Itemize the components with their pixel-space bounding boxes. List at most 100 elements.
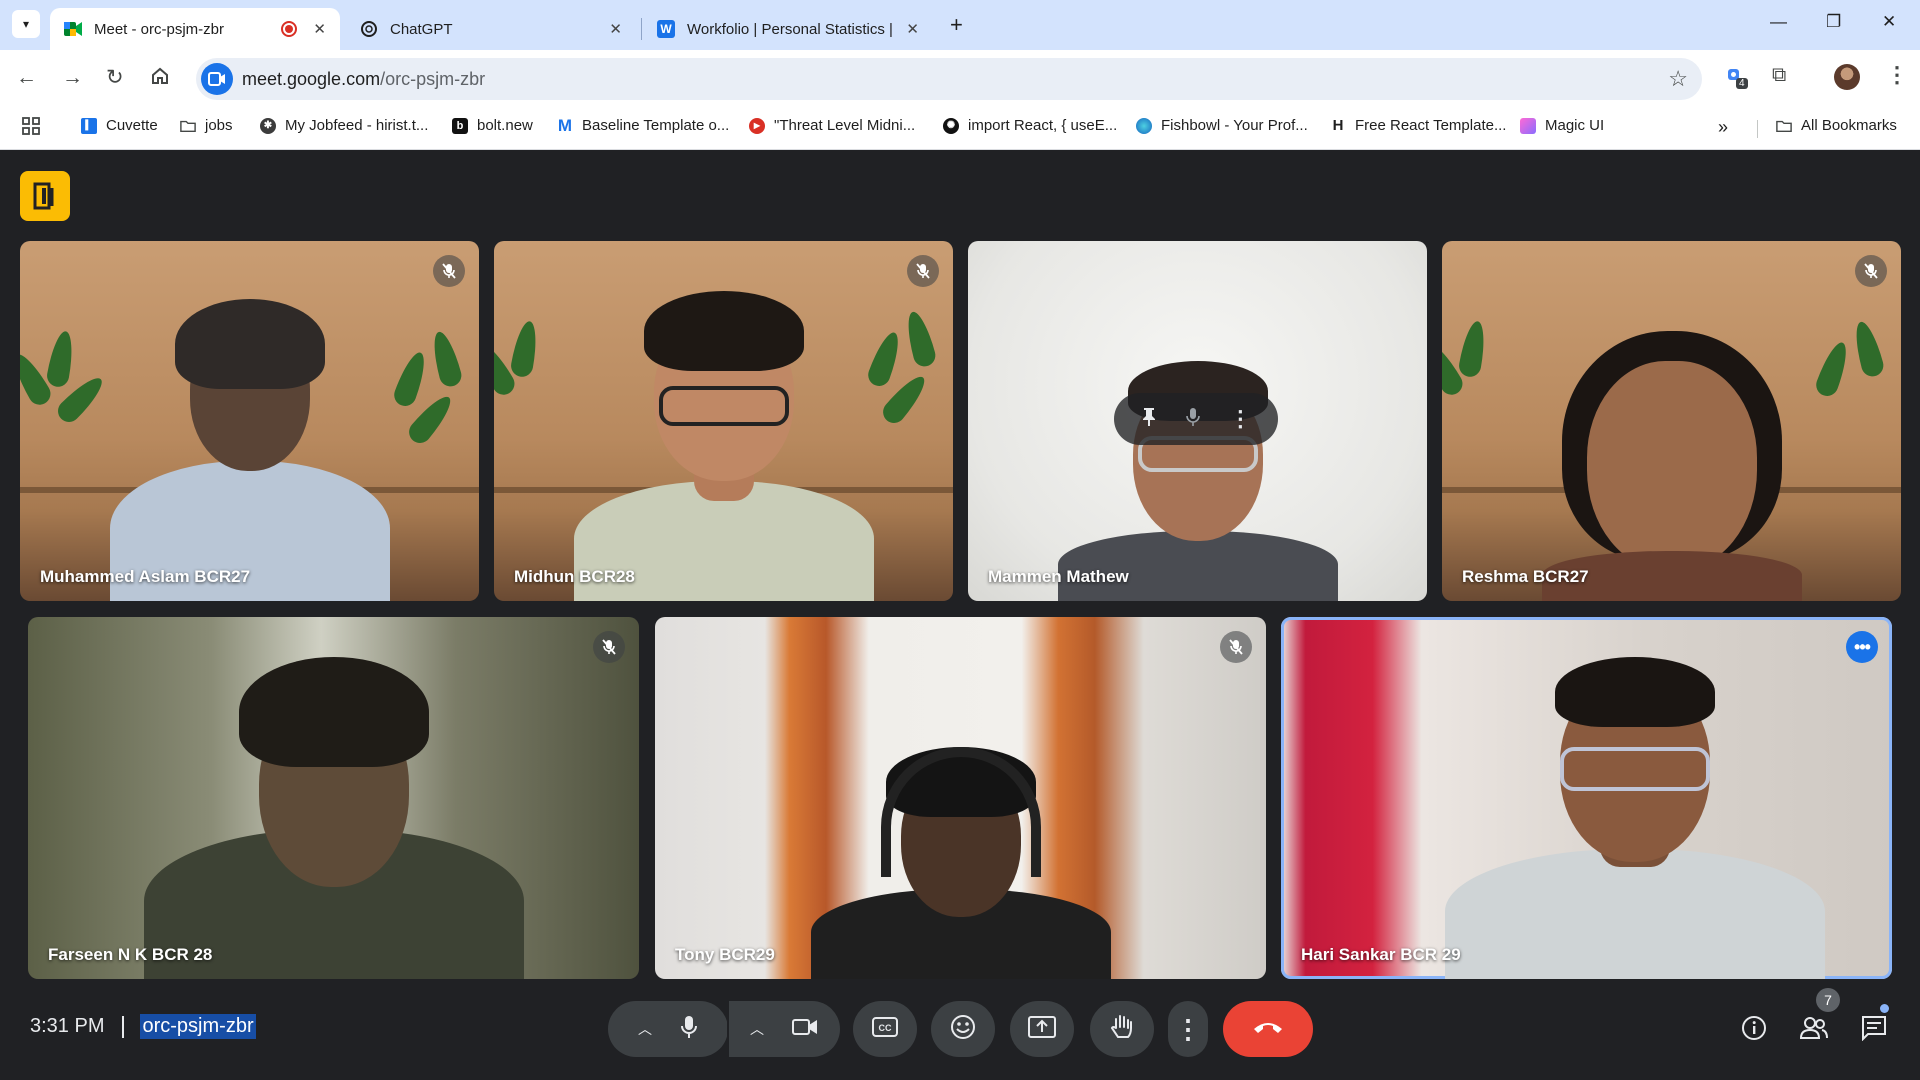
bookmark-label: bolt.new	[477, 117, 533, 134]
google-meet-icon	[64, 20, 82, 38]
home-icon[interactable]	[150, 66, 170, 92]
extension-badge-count: 4	[1736, 78, 1748, 89]
mic-icon[interactable]	[1186, 407, 1200, 432]
tab-meet[interactable]: Meet - orc-psjm-zbr ✕	[50, 8, 340, 50]
bookmark-label: Free React Template...	[1355, 117, 1507, 134]
bolt-icon: b	[452, 117, 468, 134]
all-bookmarks[interactable]: All Bookmarks	[1776, 117, 1897, 134]
bookmark-import-react[interactable]: ✺ import React, { useE...	[943, 117, 1117, 134]
more-options-button[interactable]: ⋮	[1168, 1001, 1208, 1057]
forward-icon[interactable]: →	[62, 66, 83, 90]
close-tab-icon[interactable]: ✕	[609, 20, 622, 38]
mic-options-chevron-icon[interactable]: ︿	[638, 1019, 652, 1039]
captions-button[interactable]: CC	[853, 1001, 917, 1057]
participant-video	[573, 271, 874, 601]
participant-video	[1541, 321, 1802, 601]
mic-control-group: ︿	[608, 1001, 728, 1057]
bookmark-jobs[interactable]: jobs	[180, 117, 233, 134]
recording-icon	[281, 21, 298, 37]
participant-video	[1445, 637, 1826, 979]
participant-tile[interactable]: Midhun BCR28	[494, 241, 953, 601]
participant-name: Farseen N K BCR 28	[48, 945, 213, 964]
tab-workfolio[interactable]: W Workfolio | Personal Statistics | ( ✕	[643, 8, 933, 50]
leave-call-button[interactable]	[1223, 1001, 1313, 1057]
tab-title: Workfolio | Personal Statistics | (	[687, 20, 899, 38]
h-icon: H	[1332, 117, 1344, 134]
bookmark-magic-ui[interactable]: Magic UI	[1520, 117, 1604, 134]
bookmark-label: Magic UI	[1545, 117, 1605, 134]
meeting-code[interactable]: orc-psjm-zbr	[140, 1014, 256, 1039]
participant-tile[interactable]: Reshma BCR27	[1442, 241, 1901, 601]
people-button[interactable]	[1798, 1014, 1830, 1046]
extensions-puzzle-icon[interactable]: ⧉	[1772, 64, 1786, 87]
bookmark-bolt[interactable]: b bolt.new	[452, 117, 533, 134]
site-info-icon[interactable]	[201, 63, 233, 95]
close-tab-icon[interactable]: ✕	[906, 20, 919, 38]
bookmark-label: import React, { useE...	[968, 117, 1118, 134]
camera-options-chevron-icon[interactable]: ︿	[750, 1019, 764, 1039]
more-options-icon[interactable]: ⋮	[1229, 406, 1251, 432]
camera-control-group: ︿	[728, 1001, 840, 1057]
svg-text:CC: CC	[879, 1023, 892, 1033]
extension-badge-icon[interactable]: 4	[1726, 66, 1748, 93]
hirist-icon: ✱	[260, 117, 276, 134]
muted-mic-icon	[907, 255, 939, 287]
plant-decoration	[1812, 319, 1901, 471]
participant-name: Hari Sankar BCR 29	[1301, 945, 1461, 964]
restore-icon[interactable]: ❐	[1826, 12, 1841, 32]
microphone-icon[interactable]	[680, 1015, 698, 1044]
more-options-icon[interactable]: •••	[1846, 631, 1878, 663]
emoji-reactions-button[interactable]	[931, 1001, 995, 1057]
meet-companion-logo-icon[interactable]	[20, 171, 70, 221]
participant-tile[interactable]: ••• Hari Sankar BCR 29	[1281, 617, 1892, 979]
close-window-icon[interactable]: ✕	[1882, 12, 1896, 32]
raise-hand-icon	[1110, 1014, 1134, 1045]
reload-icon[interactable]: ↻	[106, 66, 124, 90]
bookmark-fishbowl[interactable]: Fishbowl - Your Prof...	[1136, 117, 1308, 134]
tab-search-button[interactable]: ▾	[12, 10, 40, 38]
bookmark-hirist[interactable]: ✱ My Jobfeed - hirist.t...	[260, 117, 428, 134]
more-options-icon: ⋮	[1175, 1013, 1201, 1044]
bookmark-threat-level[interactable]: ▶ "Threat Level Midni...	[749, 117, 915, 134]
tab-chatgpt[interactable]: ChatGPT ✕	[346, 8, 636, 50]
fishbowl-icon	[1136, 117, 1152, 134]
more-bookmarks-icon[interactable]: »	[1718, 117, 1728, 138]
bookmark-baseline[interactable]: M Baseline Template o...	[557, 116, 729, 135]
participant-video	[143, 637, 524, 979]
participant-tile[interactable]: Tony BCR29	[655, 617, 1266, 979]
openai-icon: ✺	[943, 117, 959, 134]
camera-icon[interactable]	[792, 1017, 818, 1042]
close-tab-icon[interactable]: ✕	[313, 20, 326, 38]
folder-icon	[1776, 118, 1792, 134]
participant-name: Muhammed Aslam BCR27	[40, 567, 251, 586]
pin-icon[interactable]	[1141, 407, 1157, 432]
bookmark-free-react[interactable]: H Free React Template...	[1330, 117, 1507, 134]
participant-tile[interactable]: Muhammed Aslam BCR27	[20, 241, 479, 601]
minimize-icon[interactable]: —	[1770, 12, 1787, 32]
participant-tile[interactable]: Farseen N K BCR 28	[28, 617, 639, 979]
back-icon[interactable]: ←	[16, 66, 37, 90]
hang-up-icon	[1252, 1019, 1284, 1040]
url-text: meet.google.com/orc-psjm-zbr	[242, 69, 485, 90]
profile-avatar[interactable]	[1834, 64, 1860, 90]
tile-hover-controls: ⋮	[1114, 393, 1278, 445]
bookmark-cuvette[interactable]: ▍ Cuvette	[81, 117, 158, 134]
address-bar[interactable]: meet.google.com/orc-psjm-zbr ☆	[196, 58, 1702, 100]
meeting-details: 3:31 PM orc-psjm-zbr	[30, 1014, 256, 1039]
present-screen-button[interactable]	[1010, 1001, 1074, 1057]
muted-mic-icon	[1855, 255, 1887, 287]
bookmark-star-icon[interactable]: ☆	[1668, 66, 1688, 92]
plant-decoration	[20, 321, 120, 471]
chat-button[interactable]	[1858, 1014, 1890, 1046]
raise-hand-button[interactable]	[1090, 1001, 1154, 1057]
new-tab-button[interactable]: +	[950, 12, 963, 38]
meeting-info-button[interactable]	[1738, 1014, 1770, 1046]
meet-stage: Muhammed Aslam BCR27 Midhun BCR28 ⋮ Mamm…	[0, 150, 1920, 1080]
plant-decoration	[1442, 311, 1532, 461]
apps-grid-icon[interactable]	[22, 117, 40, 135]
youtube-icon: ▶	[749, 117, 765, 134]
chrome-menu-icon[interactable]: ⋮	[1886, 62, 1908, 88]
participant-tile[interactable]: ⋮ Mammen Mathew	[968, 241, 1427, 601]
plant-decoration	[864, 309, 953, 461]
cuvette-icon: ▍	[81, 117, 97, 134]
